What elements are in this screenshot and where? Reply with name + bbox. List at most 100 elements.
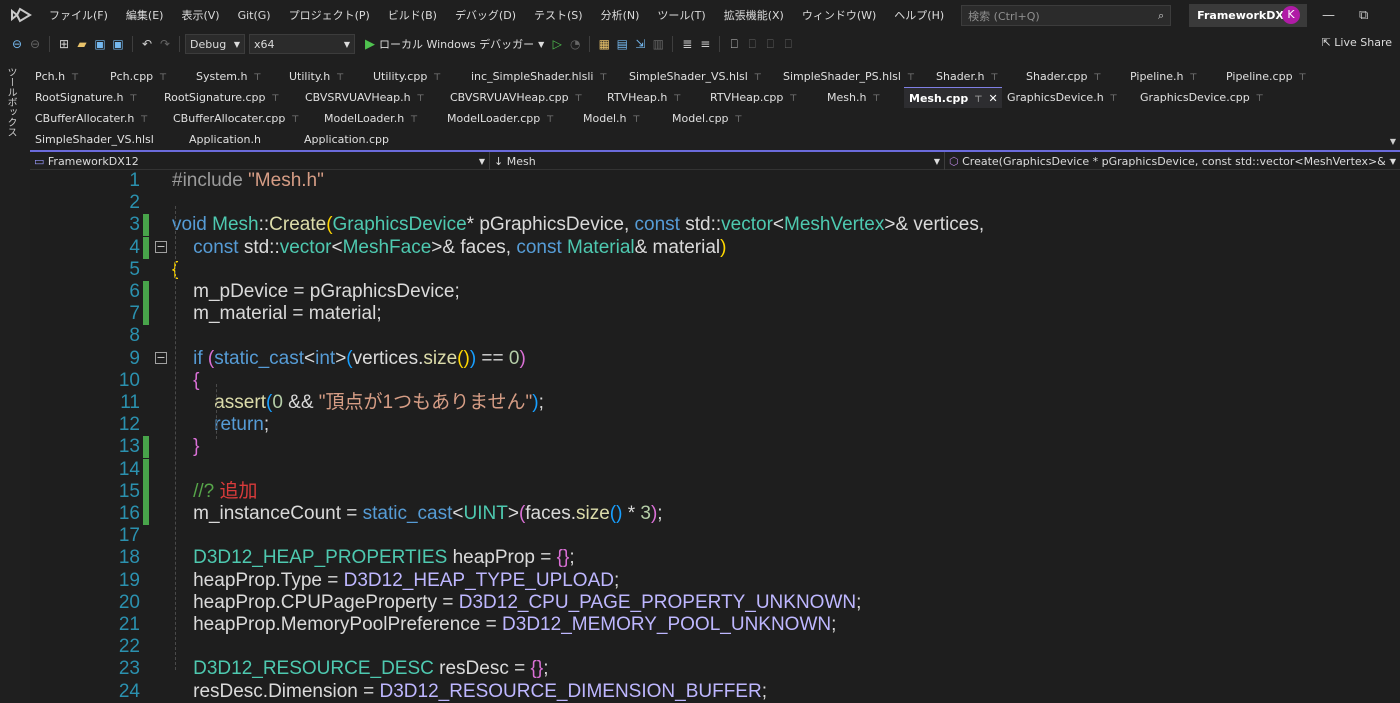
start-debugging-button[interactable]: ▶ ローカル Windows デバッガー ▼: [365, 36, 544, 52]
collapse-icon[interactable]: −: [155, 351, 167, 364]
close-tab-icon[interactable]: ✕: [988, 92, 997, 105]
document-tab[interactable]: Application.cpp: [299, 129, 414, 150]
document-tab[interactable]: RTVHeap.cpp ⊤: [705, 87, 822, 108]
pin-icon[interactable]: ⊤: [159, 73, 167, 83]
restore-icon[interactable]: ⧉: [1359, 8, 1368, 23]
pin-icon[interactable]: ⊤: [789, 94, 797, 104]
document-tab[interactable]: RootSignature.cpp ⊤: [159, 87, 300, 108]
pin-icon[interactable]: ⊤: [1299, 73, 1307, 83]
visual-studio-logo-icon[interactable]: [10, 7, 34, 25]
document-tab[interactable]: RTVHeap.h ⊤: [602, 87, 705, 108]
minimize-icon[interactable]: —: [1322, 8, 1335, 23]
menu-item[interactable]: 編集(E): [117, 0, 173, 31]
live-share-button[interactable]: ⇱ Live Share: [1322, 36, 1392, 49]
menu-item[interactable]: Git(G): [229, 0, 280, 31]
menu-item[interactable]: デバッグ(D): [446, 0, 525, 31]
project-dropdown[interactable]: ▭ FrameworkDX12 ▼: [30, 152, 490, 170]
next-bookmark-icon[interactable]: ⎕: [761, 37, 779, 52]
pin-icon[interactable]: ⊤: [254, 73, 262, 83]
document-tab[interactable]: ModelLoader.cpp ⊤: [442, 108, 578, 129]
comment-icon[interactable]: ▥: [649, 37, 667, 51]
account-avatar[interactable]: K: [1282, 6, 1300, 24]
pin-icon[interactable]: ⊤: [71, 73, 79, 83]
document-tab[interactable]: CBVSRVUAVHeap.cpp ⊤: [445, 87, 602, 108]
document-tab[interactable]: Shader.h ⊤: [931, 66, 1021, 87]
document-tab[interactable]: CBVSRVUAVHeap.h ⊤: [300, 87, 445, 108]
document-tab[interactable]: Pch.h ⊤: [30, 66, 105, 87]
redo-icon[interactable]: ↷: [156, 37, 174, 51]
document-tab[interactable]: System.h ⊤: [191, 66, 284, 87]
indent-icon[interactable]: ≣: [678, 37, 696, 51]
document-tab[interactable]: GraphicsDevice.cpp ⊤: [1135, 87, 1280, 108]
solution-explorer-icon[interactable]: ▤: [613, 37, 631, 51]
document-tab[interactable]: ModelLoader.h ⊤: [319, 108, 442, 129]
document-tab[interactable]: Mesh.cpp ⊤ ✕: [904, 87, 1002, 108]
pin-icon[interactable]: ⊤: [990, 73, 998, 83]
clear-bookmarks-icon[interactable]: ⎕: [779, 37, 797, 52]
menu-item[interactable]: ヘルプ(H): [885, 0, 953, 31]
back-navigation-icon[interactable]: ⊖: [8, 37, 26, 51]
document-tab[interactable]: Model.h ⊤: [578, 108, 667, 129]
menu-item[interactable]: 拡張機能(X): [715, 0, 793, 31]
tab-overflow-icon[interactable]: ▼: [1390, 137, 1396, 146]
document-tab[interactable]: Pipeline.cpp ⊤: [1221, 66, 1326, 87]
pin-icon[interactable]: ⊤: [673, 94, 681, 104]
menu-item[interactable]: ウィンドウ(W): [793, 0, 885, 31]
pin-icon[interactable]: ⊤: [417, 94, 425, 104]
document-tab[interactable]: Pch.cpp ⊤: [105, 66, 191, 87]
document-tab[interactable]: Shader.cpp ⊤: [1021, 66, 1125, 87]
pin-icon[interactable]: ⊤: [291, 115, 299, 125]
document-tab[interactable]: Model.cpp ⊤: [667, 108, 768, 129]
new-project-icon[interactable]: ⊞: [55, 37, 73, 51]
collapse-icon[interactable]: −: [155, 240, 167, 253]
document-tab[interactable]: Utility.h ⊤: [284, 66, 368, 87]
forward-navigation-icon[interactable]: ⊖: [26, 37, 44, 51]
pin-icon[interactable]: ⊤: [433, 73, 441, 83]
pin-icon[interactable]: ⊤: [1110, 94, 1118, 104]
prev-bookmark-icon[interactable]: ⎕: [743, 37, 761, 52]
pin-icon[interactable]: ⊤: [1093, 73, 1101, 83]
member-dropdown[interactable]: ⬡ Create(GraphicsDevice * pGraphicsDevic…: [945, 152, 1400, 170]
menu-item[interactable]: 分析(N): [592, 0, 649, 31]
save-icon[interactable]: ▣: [91, 37, 109, 51]
pin-icon[interactable]: ⊤: [735, 115, 743, 125]
pin-icon[interactable]: ⊤: [129, 94, 137, 104]
search-input[interactable]: 検索 (Ctrl+Q) ⌕: [961, 5, 1172, 26]
document-tab[interactable]: Pipeline.h ⊤: [1125, 66, 1221, 87]
document-tab[interactable]: CBufferAllocater.cpp ⊤: [168, 108, 319, 129]
document-tab[interactable]: SimpleShader_VS.hlsl: [30, 129, 184, 150]
start-without-debugging-icon[interactable]: ▷: [548, 37, 566, 51]
document-tab[interactable]: GraphicsDevice.h ⊤: [1002, 87, 1135, 108]
menu-item[interactable]: ツール(T): [648, 0, 714, 31]
menu-item[interactable]: テスト(S): [525, 0, 592, 31]
pin-icon[interactable]: ⊤: [633, 115, 641, 125]
pin-icon[interactable]: ⊤: [599, 73, 607, 83]
step-icon[interactable]: ⇲: [631, 37, 649, 51]
code-editor[interactable]: 1 #include "Mesh.h" 2 3 void Mesh::Create(Gr…: [30, 170, 1400, 703]
pin-icon[interactable]: ⊤: [410, 115, 418, 125]
open-folder-icon[interactable]: ▰: [73, 37, 91, 51]
document-tab[interactable]: SimpleShader_PS.hlsl ⊤: [778, 66, 931, 87]
bookmark-icon[interactable]: ⎕: [725, 37, 743, 52]
hot-reload-icon[interactable]: ◔: [566, 37, 584, 51]
document-tab[interactable]: inc_SimpleShader.hlsli ⊤: [466, 66, 624, 87]
pin-icon[interactable]: ⊤: [546, 115, 554, 125]
pin-icon[interactable]: ⊤: [974, 95, 982, 105]
document-tab[interactable]: Utility.cpp ⊤: [368, 66, 466, 87]
save-all-icon[interactable]: ▣: [109, 37, 127, 51]
pin-icon[interactable]: ⊤: [754, 73, 762, 83]
undo-icon[interactable]: ↶: [138, 37, 156, 51]
document-tab[interactable]: CBufferAllocater.h ⊤: [30, 108, 168, 129]
document-tab[interactable]: RootSignature.h ⊤: [30, 87, 159, 108]
menu-item[interactable]: 表示(V): [172, 0, 228, 31]
pin-icon[interactable]: ⊤: [1256, 94, 1264, 104]
solution-platform-select[interactable]: x64 ▼: [249, 34, 355, 54]
menu-item[interactable]: ビルド(B): [379, 0, 446, 31]
pin-icon[interactable]: ⊤: [575, 94, 583, 104]
pin-icon[interactable]: ⊤: [907, 73, 915, 83]
document-tab[interactable]: Mesh.h ⊤: [822, 87, 904, 108]
document-tab[interactable]: SimpleShader_VS.hlsl ⊤: [624, 66, 778, 87]
outdent-icon[interactable]: ≡: [696, 37, 714, 51]
scope-dropdown[interactable]: ↓ Mesh ▼: [490, 152, 945, 170]
pin-icon[interactable]: ⊤: [872, 94, 880, 104]
